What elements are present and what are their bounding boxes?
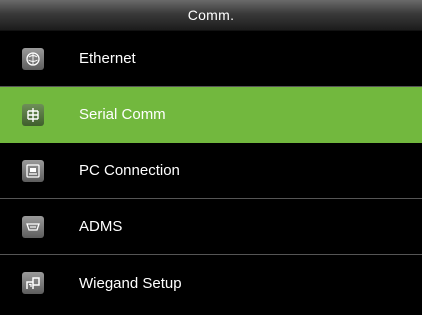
comm-menu: Ethernet Serial Comm PC Connection ADMS … xyxy=(0,31,422,311)
menu-item-label: Ethernet xyxy=(79,50,136,67)
menu-item-label: ADMS xyxy=(79,218,123,235)
menu-item-pc-connection[interactable]: PC Connection xyxy=(0,143,422,199)
ethernet-icon xyxy=(22,47,44,70)
menu-item-label: Serial Comm xyxy=(79,106,166,123)
menu-item-ethernet[interactable]: Ethernet xyxy=(0,31,422,87)
adms-icon xyxy=(22,215,44,238)
page-title: Comm. xyxy=(187,7,235,23)
menu-item-wiegand-setup[interactable]: Wiegand Setup xyxy=(0,255,422,311)
title-bar: Comm. xyxy=(0,0,422,31)
wiegand-icon xyxy=(22,272,44,294)
menu-item-label: Wiegand Setup xyxy=(79,274,182,292)
menu-item-adms[interactable]: ADMS xyxy=(0,199,422,255)
comm-screen: Comm. Ethernet Serial Comm PC Connection… xyxy=(0,0,422,315)
pc-connection-icon xyxy=(22,159,44,182)
menu-item-serial-comm[interactable]: Serial Comm xyxy=(0,87,422,143)
menu-item-label: PC Connection xyxy=(79,162,180,179)
serial-comm-icon xyxy=(22,103,44,126)
